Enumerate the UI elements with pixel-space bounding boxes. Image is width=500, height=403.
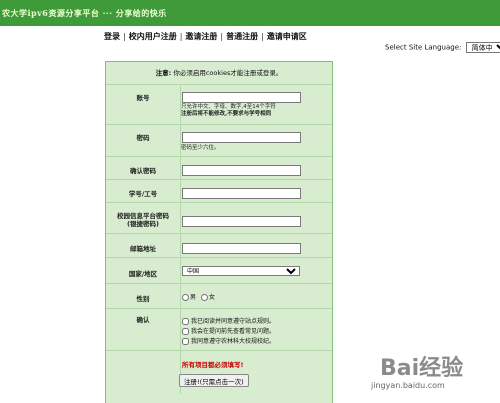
username-hint-1: 只允许中文、字母、数字,4至14个字符 [181,104,276,110]
term-text-rules: 我已阅读并同意遵守站点规则。 [191,318,276,325]
term-item: 我会在提问前先查看常见问题。 [182,326,275,335]
watermark-url: jingyan.baidu.com [371,381,445,390]
term-checkbox-faq[interactable] [182,328,189,335]
language-selector: Select Site Language: 简体中文 [385,42,500,53]
gender-female-label: 女 [208,294,215,301]
site-banner: 农大学ipv6资源分享平台 ··· 分享给的快乐 [0,0,500,26]
nav-separator: | [261,32,264,41]
email-input[interactable] [182,243,301,254]
banner-title: 农大学ipv6资源分享平台 ··· 分享给的快乐 [2,8,167,18]
campus-password-label: 校园信息平台密码 (银捷密码) [106,212,180,228]
username-hint-2: 注册后将不能修改,不要求与学号相同 [181,111,272,117]
term-checkbox-rules[interactable] [182,318,189,325]
password-input[interactable] [182,132,301,143]
nav-normal-register[interactable]: 普通注册 [226,32,258,41]
register-submit-button[interactable]: 注册!(只需点击一次) [179,374,249,387]
confirm-password-input[interactable] [182,165,301,176]
term-text-school: 我同意遵守农林科大校规校纪。 [191,338,276,345]
campus-password-input[interactable] [182,216,301,227]
language-label: Select Site Language: [385,43,462,52]
country-label: 国家/地区 [128,270,158,278]
nav-invite-register[interactable]: 邀请注册 [185,32,217,41]
campus-password-label-line1: 校园信息平台密码 [117,212,169,220]
term-item: 我已阅读并同意遵守站点规则。 [182,316,275,325]
password-label: 密码 [136,134,150,142]
gender-male-radio[interactable] [182,294,189,301]
top-nav: 登录 | 校内用户注册 | 邀请注册 | 普通注册 | 邀请申请区 [104,31,307,43]
term-text-faq: 我会在提问前先查看常见问题。 [191,328,276,335]
watermark-logo: Bai经验 [380,356,464,381]
campus-password-label-line2: (银捷密码) [127,220,159,228]
nav-separator: | [220,32,224,41]
term-item: 我同意遵守农林科大校规校纪。 [182,336,275,345]
username-label: 账号 [136,94,150,102]
student-id-input[interactable] [182,188,301,199]
confirm-password-label: 确认密码 [130,167,156,175]
term-checkbox-school[interactable] [182,338,189,345]
confirm-terms-label: 确认 [136,316,150,324]
username-input[interactable] [182,92,301,103]
nav-separator: | [179,32,183,41]
email-label: 邮箱地址 [130,245,156,253]
nav-invite-apply[interactable]: 邀请申请区 [267,32,307,41]
gender-options: 男 女 [182,292,215,301]
student-id-label: 学号/工号 [128,190,158,198]
nav-separator: | [123,32,126,41]
notice-row [106,62,332,85]
nav-login[interactable]: 登录 [104,32,120,41]
language-select[interactable]: 简体中文 [465,42,500,53]
country-select[interactable]: 中国 [182,266,300,276]
gender-male-label: 男 [190,294,197,301]
required-warning: 所有项目都必须填写! [182,361,244,369]
gender-female-radio[interactable] [200,294,208,301]
register-form: 注意: 你必须启用cookies才能注册或登录。 账号 只允许中文、字母、数字,… [105,61,333,403]
password-hint: 密码至少六位。 [181,145,220,151]
nav-campus-register[interactable]: 校内用户注册 [129,32,177,41]
gender-label: 性别 [136,295,150,303]
baidu-watermark: Bai经验 jingyan.baidu.com [355,350,485,398]
